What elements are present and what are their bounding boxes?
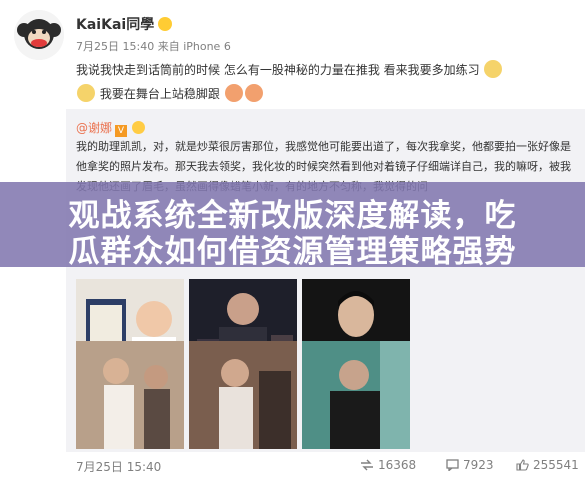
doge-emoji-icon [77,84,95,102]
like-stat[interactable]: 255541 [516,458,579,472]
username-text[interactable]: KaiKai同學 [76,17,154,33]
post-date[interactable]: 7月25日 15:40 [76,40,154,53]
verified-icon: V [115,125,128,137]
reposted-content[interactable]: @谢娜 V 我的助理凯凯，对，就是炒菜很厉害那位，我感觉他可能要出道了，每次我拿奖… [66,109,585,452]
weibo-post: KaiKai同學 7月25日 15:40 来自 iPhone 6 我说我快走到话… [0,0,585,483]
repost-author[interactable]: @谢娜 V [76,119,146,137]
post-source: 来自 iPhone 6 [157,40,231,53]
pig-emoji-icon [224,84,243,102]
headline-line-2: 瓜群众如何借资源管理策略强势 [68,234,517,270]
like-icon [516,459,529,471]
photo-woman-dress[interactable] [76,341,184,449]
repost-stat[interactable]: 16368 [360,458,416,472]
post-text-line-2: 我要在舞台上站稳脚跟 [76,82,576,106]
post-text: 我说我快走到话筒前的时候 怎么有一股神秘的力量在推我 看来我要多加练习 我要在舞… [76,58,576,106]
comment-icon [446,459,459,472]
comment-stat[interactable]: 7923 [446,458,494,472]
photo-event-crowd[interactable] [189,341,297,449]
crown-emoji-icon [131,121,145,134]
repost-icon [361,459,373,471]
photo-man-black-suit[interactable] [302,341,410,449]
post-footer: 7月25日 15:40 16368 7923 255541 [0,452,585,483]
overlay-headline-banner: 观战系统全新改版深度解读，吃 瓜群众如何借资源管理策略强势 [0,182,585,270]
monkey-avatar-icon[interactable] [14,10,64,60]
post-username[interactable]: KaiKai同學 [76,14,173,34]
footer-date[interactable]: 7月25日 15:40 [76,458,161,475]
post-meta: 7月25日 15:40 来自 iPhone 6 [76,38,231,54]
like-count: 255541 [533,458,579,472]
repost-count: 16368 [378,458,417,472]
doge-emoji-icon [484,60,503,78]
post-text-line-1: 我说我快走到话筒前的时候 怎么有一股神秘的力量在推我 看来我要多加练习 [76,58,576,82]
user-badge-icon [158,17,173,31]
pig-emoji-icon [244,84,263,102]
comment-count: 7923 [463,458,494,472]
